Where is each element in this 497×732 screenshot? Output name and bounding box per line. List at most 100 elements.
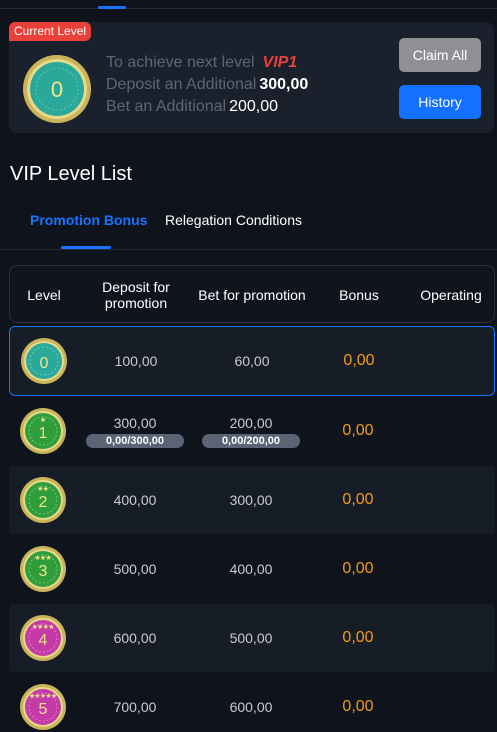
level-cell: ★ ★ ★ ★ ★ 5	[9, 673, 77, 732]
bonus-cell: 0,00	[309, 466, 407, 534]
deposit-value: 400,00	[113, 492, 157, 508]
deposit-additional-line: Deposit an Additional 300,00	[106, 74, 308, 96]
bonus-cell: 0,00	[309, 604, 407, 672]
deposit-cell: 600,00	[77, 604, 193, 672]
level-coin-icon: ★ ★ ★3	[20, 546, 66, 592]
bet-progress: 0,00/200,00	[202, 433, 300, 448]
level-number: 1	[39, 425, 48, 442]
star-icon: ★	[43, 485, 49, 493]
header-bonus: Bonus	[339, 287, 379, 303]
table-row: ★ ★ 2 400,00 300,00 0,00	[9, 466, 495, 534]
level-cell: ★ 1	[9, 397, 77, 465]
bonus-value: 0,00	[343, 352, 375, 369]
level-number: 5	[39, 701, 48, 718]
bet-value: 300,00	[229, 492, 273, 508]
next-level-line: To achieve next level VIP1	[106, 52, 308, 74]
current-level-coin-icon: 0	[23, 55, 91, 123]
bonus-value: 0,00	[342, 422, 374, 439]
level-coin-icon: ★ ★ ★ ★4	[20, 615, 66, 661]
operating-cell	[407, 466, 493, 534]
bet-value: 600,00	[229, 699, 273, 715]
level-number: 3	[39, 563, 48, 580]
top-tab-strip	[0, 0, 497, 9]
table-row: ★ 1 300,00 0,00/300,00 200,00 0,00/200,00 0,00	[9, 397, 495, 465]
bet-cell: 500,00	[193, 604, 309, 672]
bet-additional-text: Bet an Additional	[106, 98, 227, 115]
vip-tabs: Promotion Bonus Relegation Conditions	[0, 208, 497, 250]
bonus-value: 0,00	[342, 491, 374, 508]
header-level: Level	[27, 287, 61, 303]
deposit-value: 300,00	[113, 414, 157, 431]
level-cell: ★ ★ ★ ★ 4	[9, 604, 77, 672]
next-level-info: To achieve next level VIP1 Deposit an Add…	[106, 52, 308, 118]
bet-additional-value: 200,00	[229, 98, 279, 115]
current-level-card: Current Level 0 To achieve next level VIP…	[9, 22, 494, 133]
deposit-cell: 300,00 0,00/300,00	[77, 397, 193, 465]
bet-cell: 200,00 0,00/200,00	[193, 397, 309, 465]
bet-value: 200,00	[229, 414, 273, 431]
bonus-cell: 0,00	[309, 535, 407, 603]
claim-all-button[interactable]: Claim All	[399, 38, 481, 72]
header-operating: Operating	[420, 287, 482, 303]
header-deposit: Deposit for promotion	[102, 279, 170, 311]
deposit-value: 600,00	[113, 630, 157, 646]
level-number: 0	[40, 355, 49, 372]
table-header: Level Deposit for promotion Bet for prom…	[9, 265, 495, 323]
bet-cell: 60,00	[194, 327, 310, 395]
deposit-additional-value: 300,00	[259, 76, 309, 93]
deposit-cell: 700,00	[77, 673, 193, 732]
header-bet: Bet for promotion	[198, 287, 306, 303]
section-title: VIP Level List	[10, 163, 132, 185]
level-number: 2	[39, 494, 48, 511]
tab-promotion-bonus[interactable]: Promotion Bonus	[30, 212, 147, 228]
deposit-cell: 400,00	[77, 466, 193, 534]
bet-cell: 300,00	[193, 466, 309, 534]
star-icon: ★	[40, 416, 46, 424]
current-level-number: 0	[51, 77, 63, 102]
deposit-value: 100,00	[114, 353, 158, 369]
table-body: 0 100,00 60,00 0,00 ★ 1 300,00 0,00/300,00 200,0…	[9, 326, 495, 732]
bet-additional-line: Bet an Additional 200,00	[106, 96, 308, 118]
deposit-cell: 500,00	[77, 535, 193, 603]
operating-cell	[407, 535, 493, 603]
star-icon: ★	[51, 692, 57, 700]
bonus-value: 0,00	[342, 560, 374, 577]
operating-cell	[407, 397, 493, 465]
history-button[interactable]: History	[399, 85, 481, 119]
table-row: ★ ★ ★ ★ ★ 5 700,00 600,00 0,00	[9, 673, 495, 732]
bonus-value: 0,00	[342, 629, 374, 646]
bonus-cell: 0,00	[309, 397, 407, 465]
bet-cell: 400,00	[193, 535, 309, 603]
level-coin-icon: 0	[21, 338, 67, 384]
tab-relegation-conditions[interactable]: Relegation Conditions	[165, 212, 302, 228]
deposit-value: 700,00	[113, 699, 157, 715]
bonus-cell: 0,00	[310, 327, 408, 395]
level-coin-icon: ★1	[20, 408, 66, 454]
current-level-badge: Current Level	[9, 22, 92, 41]
level-coin-icon: ★ ★ ★ ★ ★5	[20, 684, 66, 730]
bet-cell: 600,00	[193, 673, 309, 732]
star-icon: ★	[45, 554, 51, 562]
active-tab-underline	[61, 246, 111, 249]
level-cell: ★ ★ ★ 3	[9, 535, 77, 603]
deposit-value: 500,00	[113, 561, 157, 577]
bet-value: 500,00	[229, 630, 273, 646]
table-row: ★ ★ ★ ★ 4 600,00 500,00 0,00	[9, 604, 495, 672]
deposit-cell: 100,00	[78, 327, 194, 395]
level-coin-icon: ★ ★2	[20, 477, 66, 523]
table-row: ★ ★ ★ 3 500,00 400,00 0,00	[9, 535, 495, 603]
operating-cell	[407, 673, 493, 732]
next-level-name: VIP1	[262, 54, 298, 71]
level-cell: 0	[10, 327, 78, 395]
deposit-additional-text: Deposit an Additional	[106, 76, 257, 93]
star-icon: ★	[48, 623, 54, 631]
bonus-cell: 0,00	[309, 673, 407, 732]
top-tab-indicator	[98, 6, 126, 9]
vip-level-table: Level Deposit for promotion Bet for prom…	[9, 265, 495, 732]
operating-cell	[407, 604, 493, 672]
bet-value: 400,00	[229, 561, 273, 577]
bonus-value: 0,00	[342, 698, 374, 715]
level-number: 4	[39, 632, 48, 649]
deposit-progress: 0,00/300,00	[86, 433, 184, 448]
bet-value: 60,00	[234, 353, 270, 369]
